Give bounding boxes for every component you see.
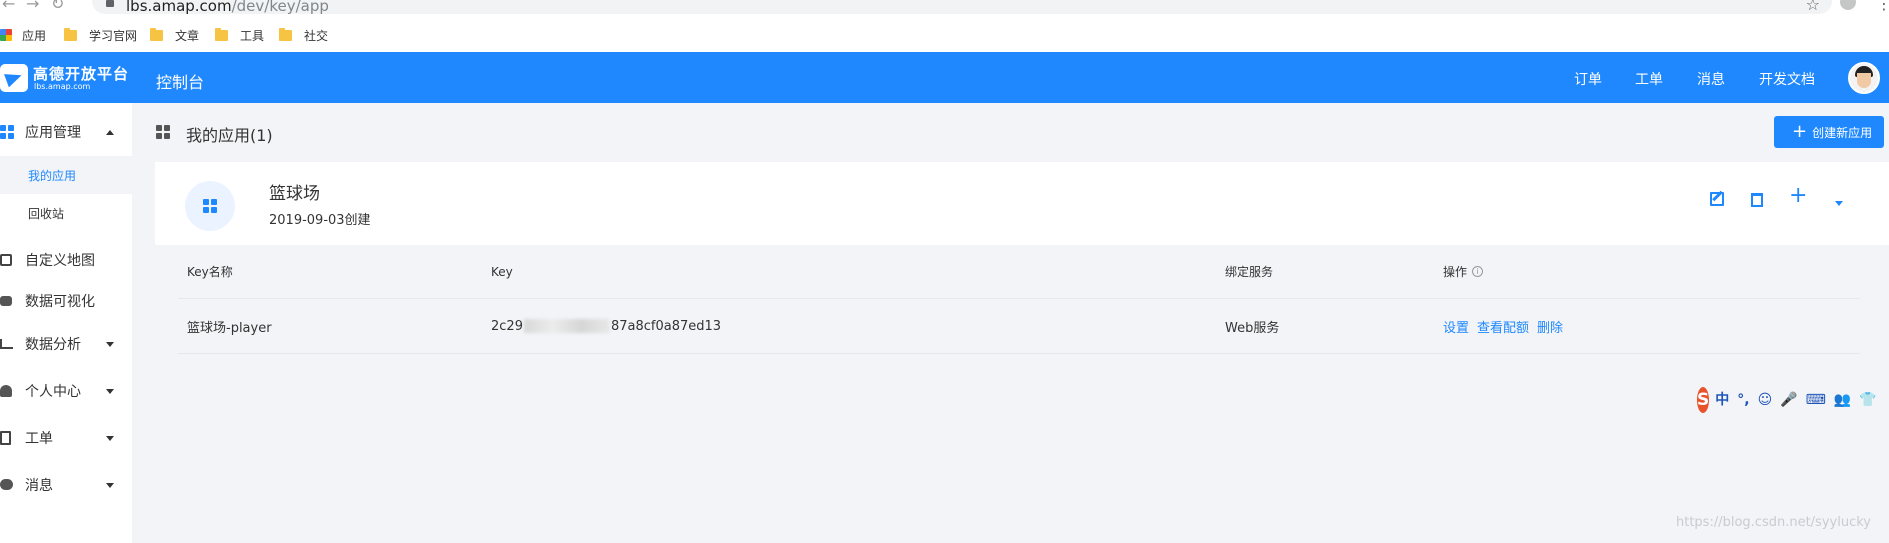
bar-chart-icon <box>0 339 13 349</box>
users-icon[interactable]: 👥 <box>1834 393 1851 407</box>
sogou-logo-icon[interactable]: S <box>1697 387 1710 413</box>
column-header-actions: 操作 i <box>1443 245 1484 298</box>
apps-grid-icon <box>0 29 12 41</box>
paper-plane-logo-icon <box>0 64 28 92</box>
delete-key-link[interactable]: 删除 <box>1537 317 1563 336</box>
delete-icon[interactable] <box>1751 193 1763 207</box>
column-header: Key名称 <box>187 265 233 279</box>
table-header-row: Key名称 Key 绑定服务 操作 i <box>178 245 1860 299</box>
caret-down-icon <box>106 435 114 441</box>
column-header: Key <box>491 264 513 279</box>
sidebar-item-data-visualization[interactable]: 数据可视化 <box>0 284 132 318</box>
bookmarks-bar: 应用 学习官网 文章 工具 社交 <box>0 18 1889 52</box>
bookmark-folder[interactable]: 文章 <box>150 26 199 44</box>
app-name: 篮球场 <box>269 184 320 204</box>
bookmark-folder[interactable]: 学习官网 <box>64 26 137 44</box>
folder-icon <box>150 27 163 41</box>
caret-down-icon <box>106 341 114 347</box>
service-cell: Web服务 <box>1225 320 1280 336</box>
folder-icon <box>64 27 77 41</box>
folder-icon <box>279 27 292 41</box>
plus-icon: + <box>1792 121 1808 142</box>
watermark: https://blog.csdn.net/syylucky <box>1676 515 1871 530</box>
bookmark-folder[interactable]: 工具 <box>215 26 264 44</box>
sidebar-item-messages[interactable]: 消息 <box>0 468 132 502</box>
sidebar-item-my-apps[interactable]: 我的应用 <box>0 156 132 194</box>
create-app-button[interactable]: + 创建新应用 <box>1774 116 1884 148</box>
nav-tickets[interactable]: 工单 <box>1635 69 1663 89</box>
custom-map-icon <box>0 254 12 266</box>
redacted-key-segment <box>523 319 610 333</box>
key-name-cell: 篮球场-player <box>187 320 272 336</box>
add-key-icon[interactable]: + <box>1789 185 1807 207</box>
nav-messages[interactable]: 消息 <box>1697 69 1725 89</box>
sidebar-item-personal-center[interactable]: 个人中心 <box>0 374 132 408</box>
caret-down-icon <box>106 388 114 394</box>
url-input[interactable]: lbs.amap.com/dev/key/app ☆ <box>92 0 1832 15</box>
skin-icon[interactable]: 👕 <box>1859 393 1876 407</box>
reload-icon[interactable]: ↻ <box>51 0 64 12</box>
ime-toolbar: S 中 °, ☺ 🎤 ⌨ 👥 👕 ⋮ <box>1697 385 1889 415</box>
app-icon <box>185 181 235 231</box>
forward-icon[interactable]: → <box>26 0 39 12</box>
browser-profile-icon[interactable] <box>1840 0 1856 10</box>
sidebar-item-custom-map[interactable]: 自定义地图 <box>0 243 132 277</box>
my-apps-icon <box>156 125 170 139</box>
amap-logo[interactable]: 高德开放平台 lbs.amap.com <box>0 62 130 94</box>
info-icon[interactable]: i <box>1472 266 1484 277</box>
user-avatar[interactable] <box>1848 62 1880 94</box>
column-header: 绑定服务 <box>1225 265 1274 279</box>
edit-icon[interactable] <box>1710 192 1724 206</box>
settings-link[interactable]: 设置 <box>1443 317 1469 336</box>
emoji-icon[interactable]: ☺ <box>1758 393 1773 407</box>
browser-menu-icon[interactable]: ⋮ <box>1876 0 1889 13</box>
lock-icon <box>106 0 114 7</box>
url-text: lbs.amap.com/dev/key/app <box>126 0 329 15</box>
sidebar-item-recycle-bin[interactable]: 回收站 <box>0 196 132 230</box>
console-title[interactable]: 控制台 <box>156 69 204 93</box>
sidebar-item-app-management[interactable]: 应用管理 <box>0 115 132 149</box>
page-title: 我的应用(1) <box>186 126 273 145</box>
bookmark-folder[interactable]: 社交 <box>279 26 328 44</box>
app-card: 篮球场 2019-09-03创建 + Key名称 Key 绑定服务 操作 i 篮… <box>155 162 1889 367</box>
keyboard-icon[interactable]: ⌨ <box>1806 393 1826 407</box>
chinese-mode-icon[interactable]: 中 <box>1715 393 1729 407</box>
data-visualization-icon <box>0 296 12 306</box>
punctuation-icon[interactable]: °, <box>1737 393 1749 407</box>
table-row: 篮球场-player 2c29 87a8cf0a87ed13 Web服务 设置 查… <box>178 299 1860 354</box>
more-icon[interactable]: ⋮ <box>1885 393 1889 407</box>
top-header: 高德开放平台 lbs.amap.com 控制台 订单 工单 消息 开发文档 <box>0 52 1889 103</box>
app-grid-icon <box>203 199 217 213</box>
sidebar-item-tickets[interactable]: 工单 <box>0 421 132 455</box>
clipboard-icon <box>0 431 11 445</box>
caret-up-icon <box>106 129 114 135</box>
app-created-date: 2019-09-03创建 <box>269 213 371 228</box>
caret-down-icon[interactable] <box>1835 201 1843 206</box>
key-value-cell[interactable]: 2c29 87a8cf0a87ed13 <box>491 299 721 353</box>
sidebar-item-data-analysis[interactable]: 数据分析 <box>0 327 132 361</box>
caret-down-icon <box>106 482 114 488</box>
bookmark-apps[interactable]: 应用 <box>0 26 46 44</box>
microphone-icon[interactable]: 🎤 <box>1780 393 1797 407</box>
back-icon[interactable]: ← <box>2 0 15 12</box>
bookmark-star-icon[interactable]: ☆ <box>1806 0 1820 14</box>
folder-icon <box>215 27 228 41</box>
user-icon <box>0 385 12 397</box>
key-table-area: Key名称 Key 绑定服务 操作 i 篮球场-player 2c29 87a8c… <box>155 245 1889 367</box>
app-card-header: 篮球场 2019-09-03创建 + <box>155 162 1889 245</box>
browser-address-bar: ← → ↻ lbs.amap.com/dev/key/app ☆ ⋮ <box>0 0 1889 18</box>
nav-docs[interactable]: 开发文档 <box>1759 69 1815 89</box>
chat-bubble-icon <box>0 479 13 490</box>
view-quota-link[interactable]: 查看配额 <box>1477 317 1529 336</box>
actions-cell: 设置 查看配额 删除 <box>1443 299 1571 353</box>
app-management-icon <box>0 125 14 139</box>
nav-orders[interactable]: 订单 <box>1574 69 1602 89</box>
sidebar: 应用管理 我的应用 回收站 自定义地图 数据可视化 数据分析 个人中心 工单 消… <box>0 103 132 543</box>
